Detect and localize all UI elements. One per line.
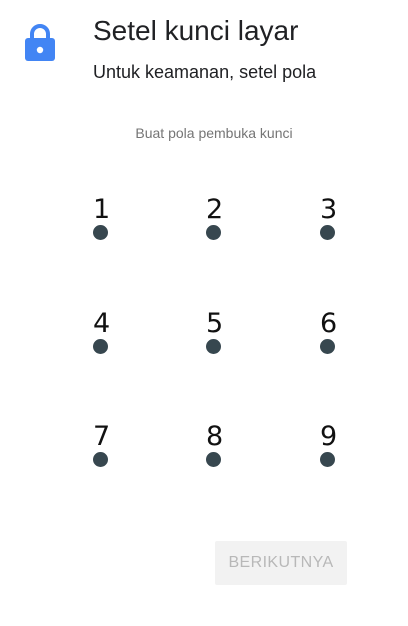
pattern-dot (93, 339, 108, 354)
pattern-node-6[interactable]: 6 (320, 309, 360, 369)
pattern-node-3[interactable]: 3 (320, 195, 360, 255)
pattern-node-number: 5 (206, 308, 224, 339)
pattern-node-number: 2 (206, 194, 224, 225)
pattern-node-number: 7 (93, 421, 111, 452)
pattern-dot (320, 225, 335, 240)
pattern-dot (320, 339, 335, 354)
pattern-node-number: 9 (320, 421, 338, 452)
pattern-dot (320, 452, 335, 467)
pattern-node-number: 8 (206, 421, 224, 452)
pattern-node-7[interactable]: 7 (93, 422, 133, 482)
pattern-node-number: 1 (93, 194, 111, 225)
pattern-node-2[interactable]: 2 (206, 195, 246, 255)
pattern-dot (93, 452, 108, 467)
pattern-dot (93, 225, 108, 240)
pattern-node-9[interactable]: 9 (320, 422, 360, 482)
pattern-node-number: 4 (93, 308, 111, 339)
pattern-node-8[interactable]: 8 (206, 422, 246, 482)
pattern-node-number: 6 (320, 308, 338, 339)
pattern-node-number: 3 (320, 194, 338, 225)
pattern-grid[interactable]: 1 2 3 4 5 6 7 8 9 (0, 0, 408, 626)
pattern-dot (206, 225, 221, 240)
pattern-node-5[interactable]: 5 (206, 309, 246, 369)
pattern-node-4[interactable]: 4 (93, 309, 133, 369)
pattern-node-1[interactable]: 1 (93, 195, 133, 255)
pattern-dot (206, 339, 221, 354)
pattern-dot (206, 452, 221, 467)
next-button[interactable]: BERIKUTNYA (215, 541, 347, 585)
